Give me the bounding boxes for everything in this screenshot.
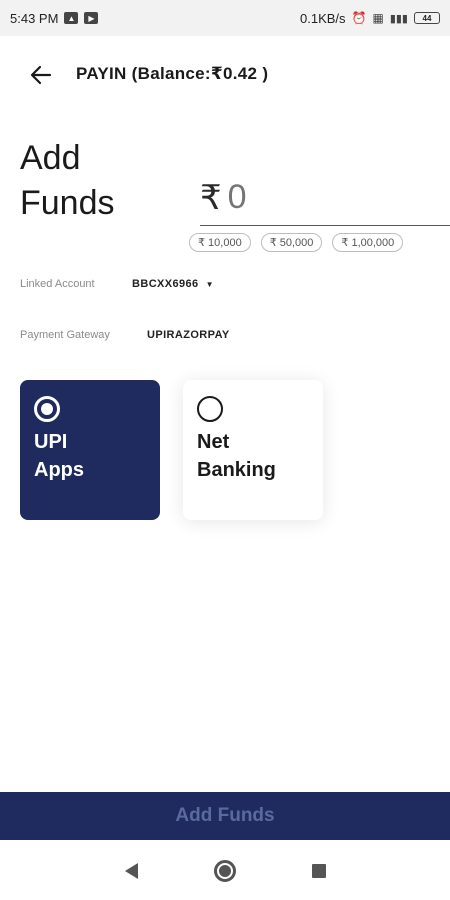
rupee-symbol: ₹ [200,178,222,217]
status-time: 5:43 PM [10,10,59,26]
quick-amount-chips: ₹ 10,000 ₹ 50,000 ₹ 1,00,000 [189,233,404,252]
add-funds-heading: Add Funds [20,139,115,222]
chip-100000[interactable]: ₹ 1,00,000 [332,233,404,252]
payment-gateway-label: Payment Gateway [20,329,110,341]
net-banking-label: Net Banking [197,431,276,481]
alarm-icon: ⏰ [351,11,367,25]
linked-account-dropdown[interactable]: BBCXX6966 ▼ [132,278,214,290]
net-banking-option[interactable]: Net Banking [183,380,323,520]
signal-icon: ▮▮▮ [389,12,408,25]
data-icon: ▦ [372,11,384,25]
amount-input[interactable] [227,178,428,217]
back-triangle-icon [124,863,138,879]
system-nav-bar [0,840,450,900]
chip-10000[interactable]: ₹ 10,000 [189,233,251,252]
linked-account-value: BBCXX6966 [132,278,199,290]
arrow-left-icon [30,65,52,85]
home-circle-icon [214,860,236,882]
status-right: 0.1KB/s ⏰ ▦ ▮▮▮ 44 [300,11,440,26]
app-bar: PAYIN (Balance:₹0.42 ) [0,50,450,100]
amount-field: ₹ [200,170,450,226]
nav-recents-button[interactable] [306,858,332,884]
linked-account-row: Linked Account BBCXX6966 ▼ [20,278,214,290]
chip-50000[interactable]: ₹ 50,000 [260,233,323,252]
payment-gateway-row: Payment Gateway UPIRAZORPAY [20,329,230,341]
battery-icon: 44 [414,12,440,24]
status-left: 5:43 PM ▲ ▶ [10,10,99,26]
payment-gateway-value: UPIRAZORPAY [147,329,230,341]
back-button[interactable] [28,62,54,88]
nav-home-button[interactable] [212,858,238,884]
upload-icon: ▲ [64,12,79,24]
upi-apps-option[interactable]: UPI Apps [20,380,160,520]
recents-square-icon [312,864,326,878]
battery-level: 44 [422,13,432,23]
upi-apps-label: UPI Apps [34,431,84,481]
add-funds-button[interactable]: Add Funds [0,792,450,840]
network-speed: 0.1KB/s [300,10,346,26]
radio-selected-icon [34,396,60,422]
radio-unselected-icon [197,396,223,422]
status-bar: 5:43 PM ▲ ▶ 0.1KB/s ⏰ ▦ ▮▮▮ 44 [0,0,450,36]
youtube-icon: ▶ [84,12,99,24]
nav-back-button[interactable] [118,858,144,884]
linked-account-label: Linked Account [20,278,95,290]
page-title: PAYIN (Balance:₹0.42 ) [76,64,269,83]
caret-down-icon: ▼ [205,279,214,289]
